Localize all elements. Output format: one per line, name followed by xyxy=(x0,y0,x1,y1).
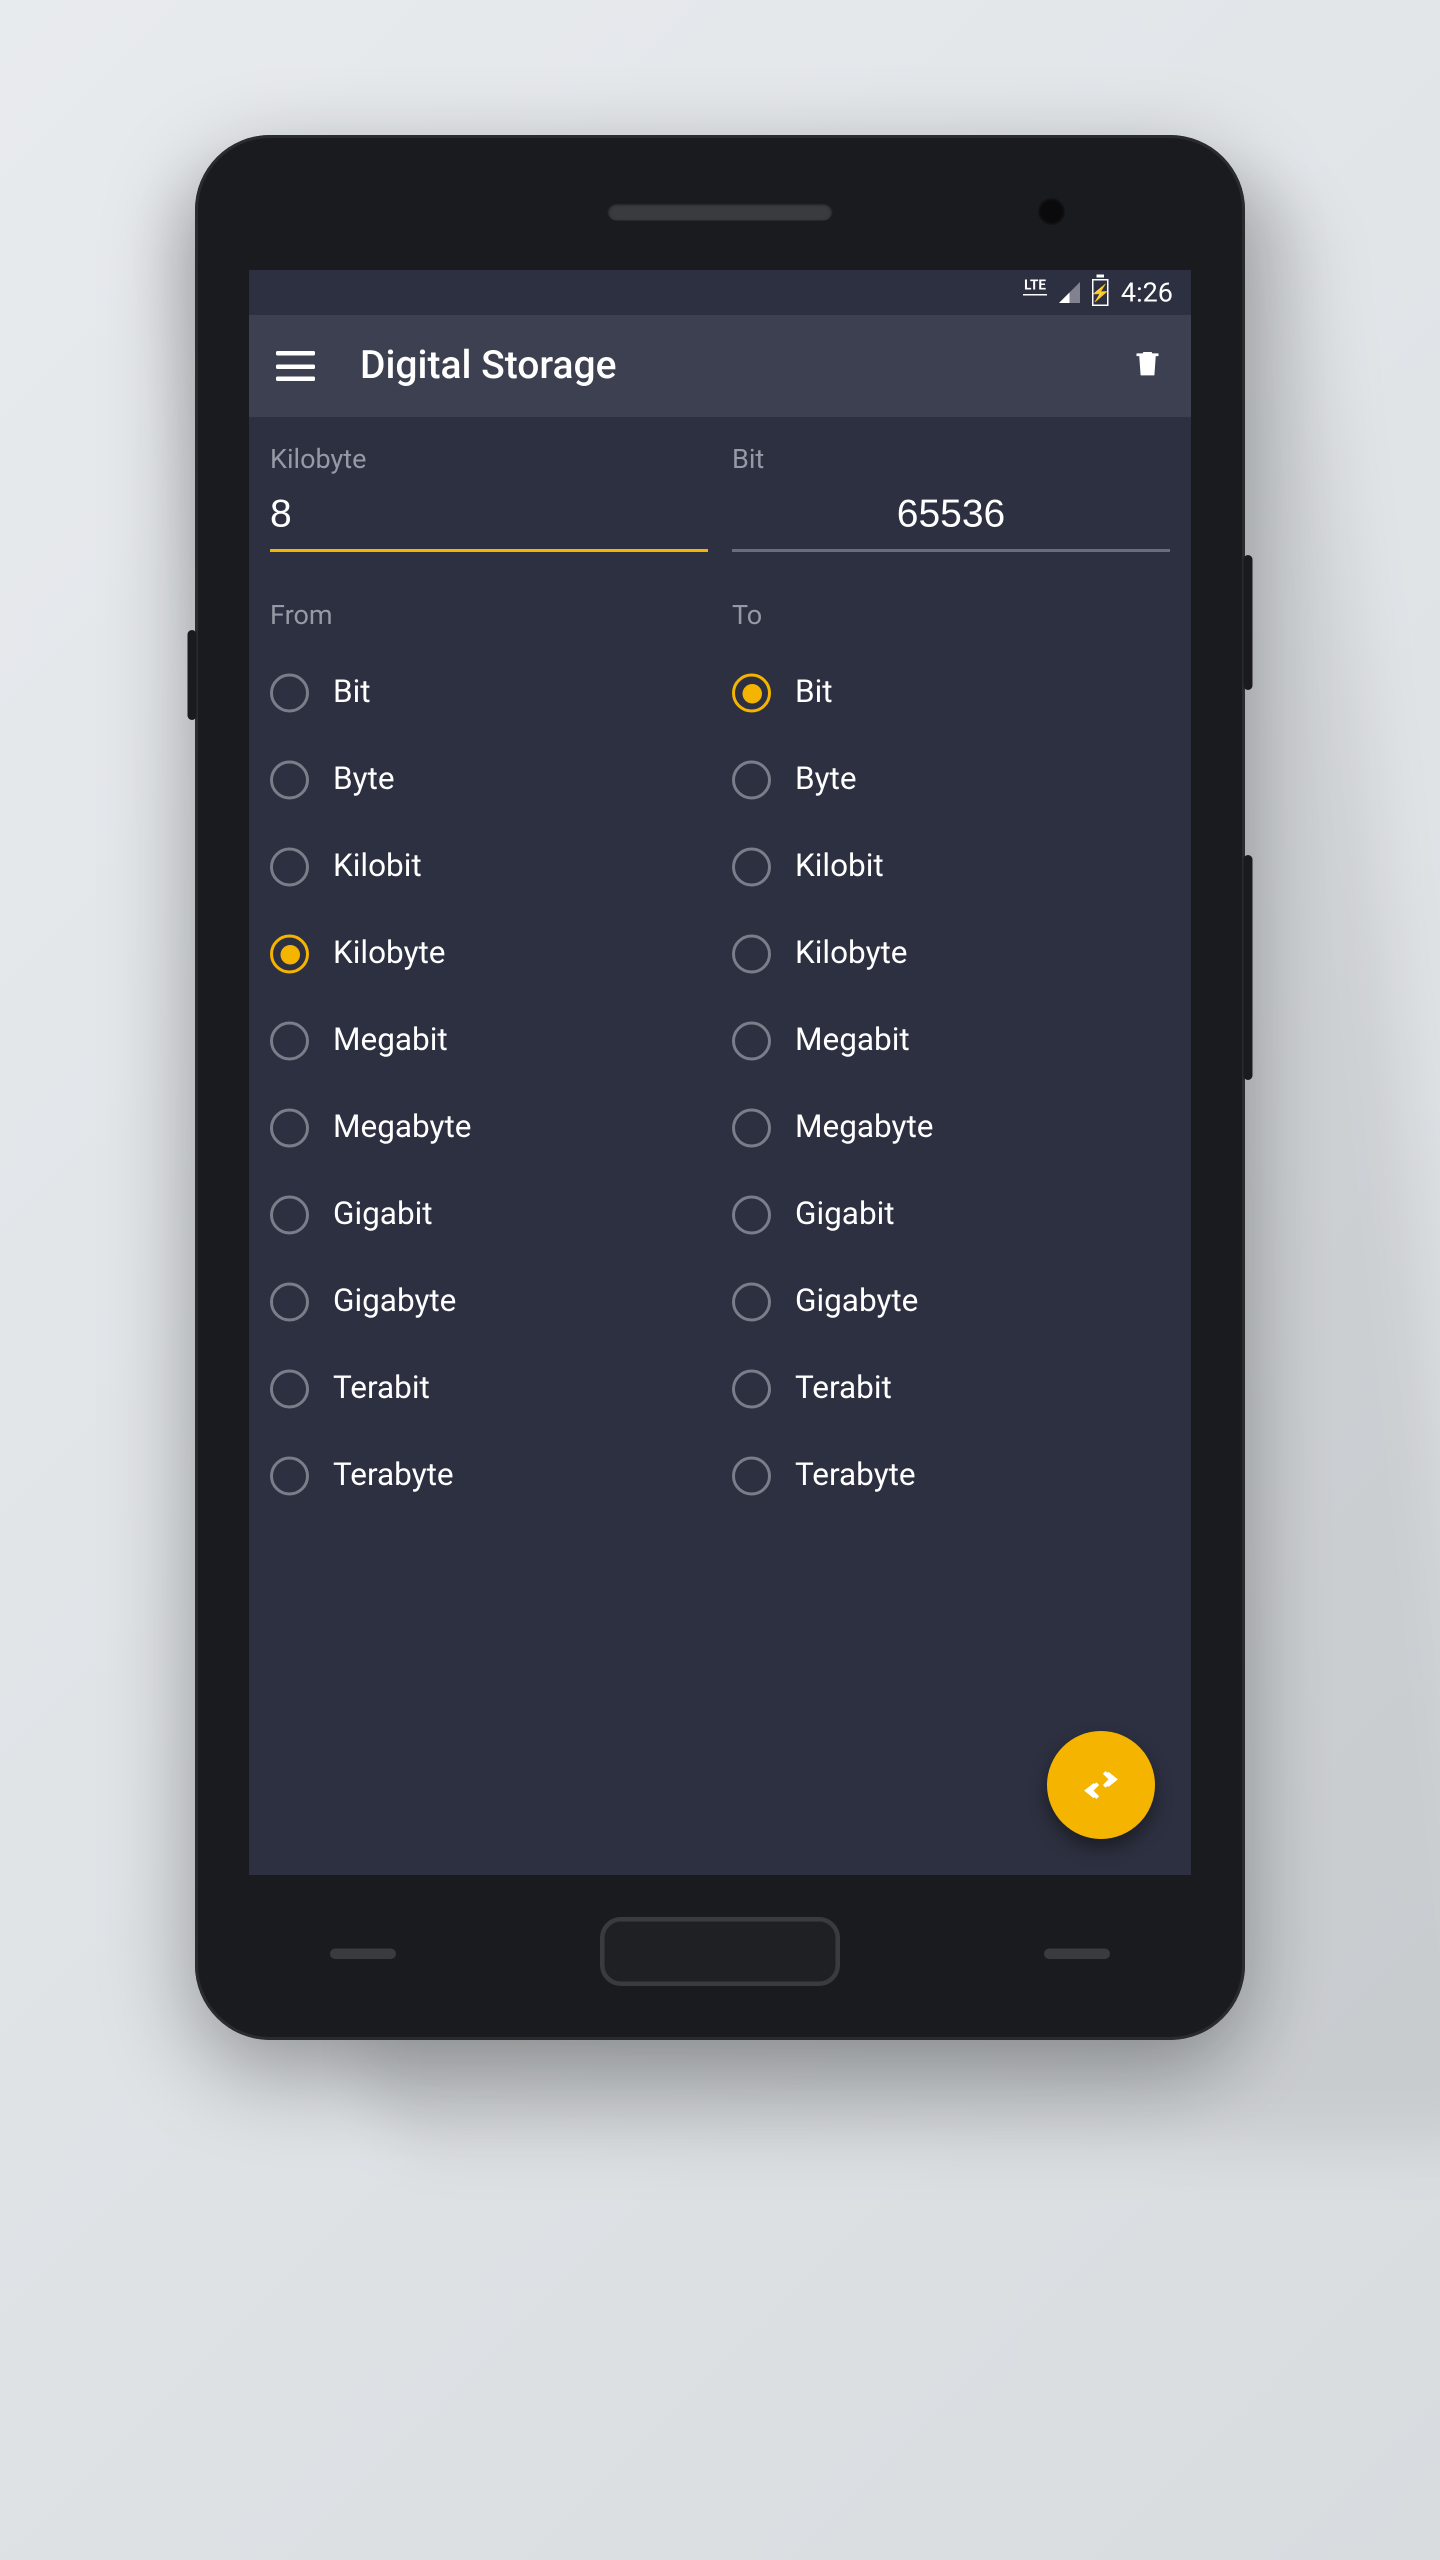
radio-icon xyxy=(270,1022,309,1061)
radio-icon xyxy=(732,674,771,713)
radio-icon xyxy=(270,1283,309,1322)
status-bar: LTE ⚡ 4:26 xyxy=(249,270,1191,315)
front-camera xyxy=(1038,198,1065,225)
phone-frame: LTE ⚡ 4:26 Digital Storage Kilobyte xyxy=(195,135,1245,2040)
trash-icon xyxy=(1131,347,1164,380)
swap-button[interactable] xyxy=(1047,1731,1155,1839)
from-radio-terabit[interactable]: Terabit xyxy=(270,1349,708,1430)
radio-label: Gigabit xyxy=(795,1197,895,1233)
radio-label: Terabit xyxy=(333,1371,430,1407)
from-radio-kilobyte[interactable]: Kilobyte xyxy=(270,914,708,995)
to-radio-terabyte[interactable]: Terabyte xyxy=(732,1436,1170,1517)
to-radio-kilobyte[interactable]: Kilobyte xyxy=(732,914,1170,995)
radio-label: Bit xyxy=(333,675,371,711)
from-radio-megabit[interactable]: Megabit xyxy=(270,1001,708,1082)
phone-bottom-hardware xyxy=(195,1875,1245,2040)
radio-label: Terabyte xyxy=(333,1458,454,1494)
screen: LTE ⚡ 4:26 Digital Storage Kilobyte xyxy=(249,270,1191,1875)
radio-icon xyxy=(270,761,309,800)
to-radio-bit[interactable]: Bit xyxy=(732,653,1170,734)
radio-icon xyxy=(270,848,309,887)
to-radio-byte[interactable]: Byte xyxy=(732,740,1170,821)
radio-label: Megabit xyxy=(333,1023,448,1059)
radio-label: Kilobyte xyxy=(333,936,446,972)
phone-top-hardware xyxy=(195,135,1245,270)
radio-icon xyxy=(732,1022,771,1061)
delete-button[interactable] xyxy=(1131,347,1164,386)
radio-icon xyxy=(270,1370,309,1409)
from-radio-list: Bit Byte Kilobit Kilobyte Megabit Megabyte Gig… xyxy=(270,653,708,1517)
radio-label: Byte xyxy=(333,762,395,798)
status-time: 4:26 xyxy=(1121,277,1173,309)
from-radio-gigabyte[interactable]: Gigabyte xyxy=(270,1262,708,1343)
from-unit-label: Kilobyte xyxy=(270,444,708,476)
radio-label: Kilobyte xyxy=(795,936,908,972)
radio-icon xyxy=(732,848,771,887)
radio-label: Terabit xyxy=(795,1371,892,1407)
from-section-label: From xyxy=(270,600,708,632)
nav-recent-cap xyxy=(1044,1949,1110,1960)
radio-label: Kilobit xyxy=(795,849,884,885)
radio-label: Gigabyte xyxy=(795,1284,918,1320)
radio-label: Gigabit xyxy=(333,1197,433,1233)
to-radio-megabyte[interactable]: Megabyte xyxy=(732,1088,1170,1169)
to-value-input[interactable] xyxy=(732,485,1170,553)
from-column: Kilobyte From Bit Byte Kilobit Kilobyte Mega… xyxy=(270,444,708,1848)
home-button xyxy=(600,1917,840,1986)
to-radio-megabit[interactable]: Megabit xyxy=(732,1001,1170,1082)
to-radio-list: Bit Byte Kilobit Kilobyte Megabit Megabyte Gig… xyxy=(732,653,1170,1517)
radio-label: Bit xyxy=(795,675,833,711)
to-radio-kilobit[interactable]: Kilobit xyxy=(732,827,1170,908)
to-radio-gigabyte[interactable]: Gigabyte xyxy=(732,1262,1170,1343)
radio-icon xyxy=(270,674,309,713)
radio-icon xyxy=(732,1283,771,1322)
radio-icon xyxy=(732,1196,771,1235)
signal-icon xyxy=(1059,282,1080,303)
from-radio-bit[interactable]: Bit xyxy=(270,653,708,734)
to-radio-terabit[interactable]: Terabit xyxy=(732,1349,1170,1430)
to-radio-gigabit[interactable]: Gigabit xyxy=(732,1175,1170,1256)
radio-icon xyxy=(270,1109,309,1148)
radio-icon xyxy=(732,1109,771,1148)
swap-icon xyxy=(1079,1763,1124,1808)
radio-label: Kilobit xyxy=(333,849,422,885)
radio-icon xyxy=(732,935,771,974)
content-area: Kilobyte From Bit Byte Kilobit Kilobyte Mega… xyxy=(249,417,1191,1875)
speaker-grille xyxy=(608,203,833,221)
volume-button xyxy=(1244,855,1253,1080)
radio-label: Gigabyte xyxy=(333,1284,456,1320)
app-bar: Digital Storage xyxy=(249,315,1191,417)
radio-icon xyxy=(732,761,771,800)
radio-icon xyxy=(270,1457,309,1496)
menu-icon[interactable] xyxy=(276,351,315,381)
from-radio-megabyte[interactable]: Megabyte xyxy=(270,1088,708,1169)
nav-back-cap xyxy=(330,1949,396,1960)
to-column: Bit To Bit Byte Kilobit Kilobyte Megabit Mega… xyxy=(732,444,1170,1848)
radio-label: Megabyte xyxy=(333,1110,471,1146)
battery-icon: ⚡ xyxy=(1092,279,1109,306)
from-radio-gigabit[interactable]: Gigabit xyxy=(270,1175,708,1256)
radio-icon xyxy=(732,1370,771,1409)
from-radio-byte[interactable]: Byte xyxy=(270,740,708,821)
from-value-input[interactable] xyxy=(270,485,708,553)
from-radio-terabyte[interactable]: Terabyte xyxy=(270,1436,708,1517)
radio-label: Megabit xyxy=(795,1023,910,1059)
radio-icon xyxy=(732,1457,771,1496)
radio-label: Terabyte xyxy=(795,1458,916,1494)
app-title: Digital Storage xyxy=(360,344,1086,389)
to-section-label: To xyxy=(732,600,1170,632)
radio-label: Byte xyxy=(795,762,857,798)
radio-icon xyxy=(270,1196,309,1235)
from-radio-kilobit[interactable]: Kilobit xyxy=(270,827,708,908)
to-unit-label: Bit xyxy=(732,444,1170,476)
network-type-label: LTE xyxy=(1023,278,1048,295)
side-button xyxy=(188,630,197,720)
radio-label: Megabyte xyxy=(795,1110,933,1146)
radio-icon xyxy=(270,935,309,974)
power-button xyxy=(1244,555,1253,690)
